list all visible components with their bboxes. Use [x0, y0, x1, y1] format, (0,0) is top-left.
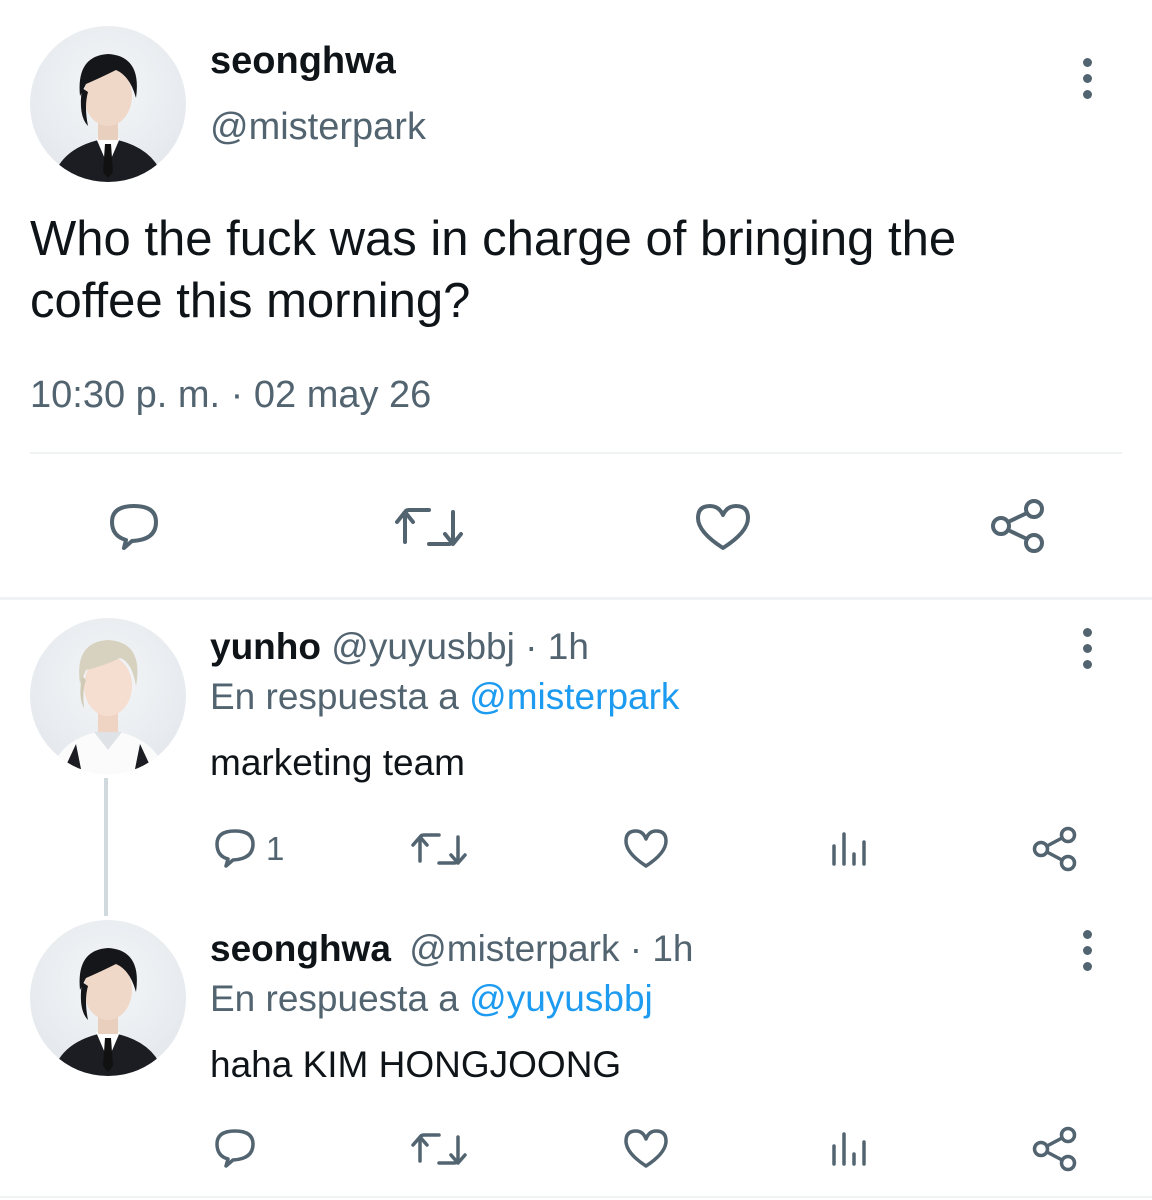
divider [0, 1196, 1152, 1198]
handle[interactable]: @misterpark [409, 928, 619, 969]
timestamp[interactable]: 10:30 p. m. · 02 may 26 [30, 374, 431, 417]
reply-header: yunho @yuyusbbj · 1h [210, 626, 589, 668]
analytics-icon[interactable] [828, 828, 868, 868]
share-icon[interactable] [1030, 1126, 1080, 1172]
tweet-text: Who the fuck was in charge of bringing t… [30, 208, 956, 332]
like-icon[interactable] [694, 502, 752, 552]
share-icon[interactable] [1030, 826, 1080, 872]
replying-to: En respuesta a @misterpark [210, 676, 679, 718]
like-icon[interactable] [623, 828, 669, 870]
reply-text: haha KIM HONGJOONG [210, 1044, 622, 1085]
replying-to-handle[interactable]: @yuyusbbj [469, 978, 653, 1019]
divider [0, 597, 1152, 600]
more-options-icon[interactable] [1083, 930, 1095, 978]
avatar[interactable] [30, 26, 186, 182]
avatar[interactable] [30, 618, 186, 774]
reply-icon[interactable] [106, 500, 162, 550]
display-name[interactable]: seonghwa [210, 928, 391, 969]
reply-icon[interactable] [212, 826, 258, 868]
display-name[interactable]: seonghwa [210, 40, 396, 83]
retweet-icon[interactable] [393, 504, 465, 550]
retweet-icon[interactable] [410, 830, 468, 868]
retweet-icon[interactable] [410, 1130, 468, 1168]
reply-header: seonghwa @misterpark · 1h [210, 928, 694, 970]
replying-to: En respuesta a @yuyusbbj [210, 978, 653, 1020]
thread-line [104, 778, 108, 916]
handle[interactable]: @yuyusbbj [331, 626, 515, 667]
replying-to-handle[interactable]: @misterpark [469, 676, 679, 717]
display-name[interactable]: yunho [210, 626, 321, 667]
avatar[interactable] [30, 920, 186, 1076]
reply-icon[interactable] [212, 1126, 258, 1168]
handle[interactable]: @misterpark [210, 106, 426, 149]
reply-text: marketing team [210, 742, 465, 783]
like-icon[interactable] [623, 1128, 669, 1170]
analytics-icon[interactable] [828, 1128, 868, 1168]
reply-time[interactable]: · 1h [525, 626, 589, 667]
more-options-icon[interactable] [1083, 628, 1095, 676]
share-icon[interactable] [988, 498, 1048, 554]
divider [30, 452, 1122, 454]
reply-time[interactable]: · 1h [630, 928, 694, 969]
replying-to-label: En respuesta a [210, 978, 459, 1019]
more-options-icon[interactable] [1083, 58, 1095, 106]
reply-count: 1 [266, 830, 285, 867]
replying-to-label: En respuesta a [210, 676, 459, 717]
tweet-text-line: coffee this morning? [30, 274, 471, 328]
tweet-text-line: Who the fuck was in charge of bringing t… [30, 212, 957, 266]
